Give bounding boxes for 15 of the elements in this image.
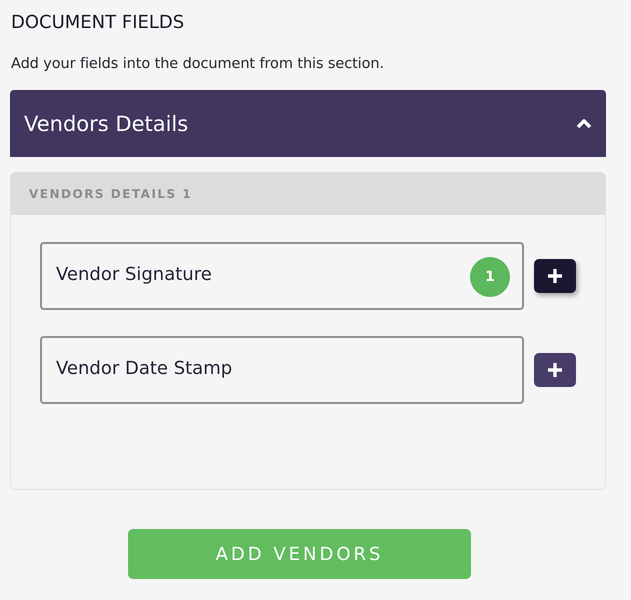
field-label: Vendor Date Stamp [56, 358, 232, 379]
accordion-title: Vendors Details [24, 112, 188, 136]
count-badge: 1 [470, 257, 510, 297]
group-title: VENDORS DETAILS 1 [29, 187, 192, 201]
field-item[interactable]: Vendor Signature 1 [40, 242, 524, 310]
description-text: Add your fields into the document from this section. [11, 55, 385, 74]
section-heading: DOCUMENT FIELDS [11, 11, 186, 35]
plus-icon [547, 362, 563, 378]
accordion-header[interactable]: Vendors Details [10, 90, 606, 157]
plus-icon [547, 268, 563, 284]
field-label: Vendor Signature [56, 264, 212, 285]
add-button[interactable] [534, 259, 576, 293]
add-button[interactable] [534, 353, 576, 387]
field-item[interactable]: Vendor Date Stamp [40, 336, 524, 404]
chevron-icon [576, 118, 592, 129]
